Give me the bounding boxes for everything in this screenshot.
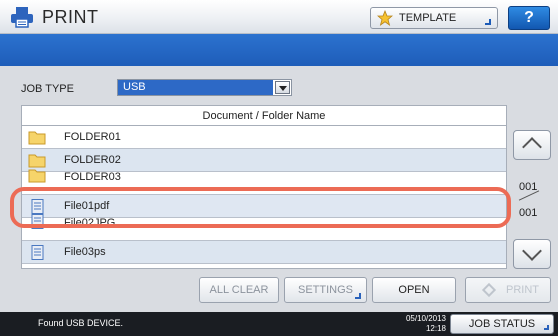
open-button[interactable]: OPEN <box>372 277 456 303</box>
chevron-down-icon[interactable] <box>275 81 290 94</box>
submenu-corner-icon <box>355 293 361 299</box>
date-time: 05/10/2013 12:18 <box>398 314 446 334</box>
star-icon <box>377 10 393 26</box>
page-title: PRINT <box>42 7 99 27</box>
scroll-down-button[interactable] <box>513 239 551 269</box>
job-type-label: JOB TYPE <box>21 83 74 95</box>
document-icon <box>31 245 44 260</box>
status-message: Found USB DEVICE. <box>38 318 124 328</box>
folder-icon <box>28 154 46 168</box>
selection-highlight <box>10 187 511 228</box>
date: 05/10/2013 <box>405 314 446 323</box>
list-item-label: File03ps <box>64 246 106 258</box>
submenu-corner-icon <box>485 19 491 25</box>
all-clear-button[interactable]: ALL CLEAR <box>199 277 279 303</box>
folder-icon <box>28 131 46 145</box>
list-item[interactable]: File03ps <box>22 241 506 264</box>
column-header: Document / Folder Name <box>22 106 506 126</box>
print-button[interactable]: PRINT <box>465 277 551 303</box>
job-status-label: JOB STATUS <box>468 318 536 330</box>
template-button[interactable]: TEMPLATE <box>370 7 498 29</box>
scroll-up-button[interactable] <box>513 130 551 160</box>
job-type-select[interactable]: USB <box>117 79 292 96</box>
submenu-corner-icon <box>544 325 549 330</box>
start-icon <box>481 282 497 298</box>
time: 12:18 <box>425 324 446 333</box>
list-item-label: FOLDER03 <box>64 171 121 183</box>
header-band <box>0 34 558 66</box>
list-item[interactable]: FOLDER01 <box>22 126 506 149</box>
title-bar: PRINT TEMPLATE ? <box>0 0 558 34</box>
template-label: TEMPLATE <box>399 12 457 24</box>
job-status-button[interactable]: JOB STATUS <box>450 314 554 334</box>
help-button[interactable]: ? <box>508 6 550 30</box>
folder-icon <box>28 169 46 183</box>
job-type-value: USB <box>118 80 273 95</box>
printer-icon <box>11 7 33 28</box>
status-bar: Found USB DEVICE. 05/10/2013 12:18 JOB S… <box>0 312 558 336</box>
page-total: 001 <box>519 207 538 219</box>
print-label: PRINT <box>506 284 539 296</box>
settings-label: SETTINGS <box>297 284 353 296</box>
settings-button[interactable]: SETTINGS <box>284 277 367 303</box>
list-item-label: FOLDER01 <box>64 131 121 143</box>
